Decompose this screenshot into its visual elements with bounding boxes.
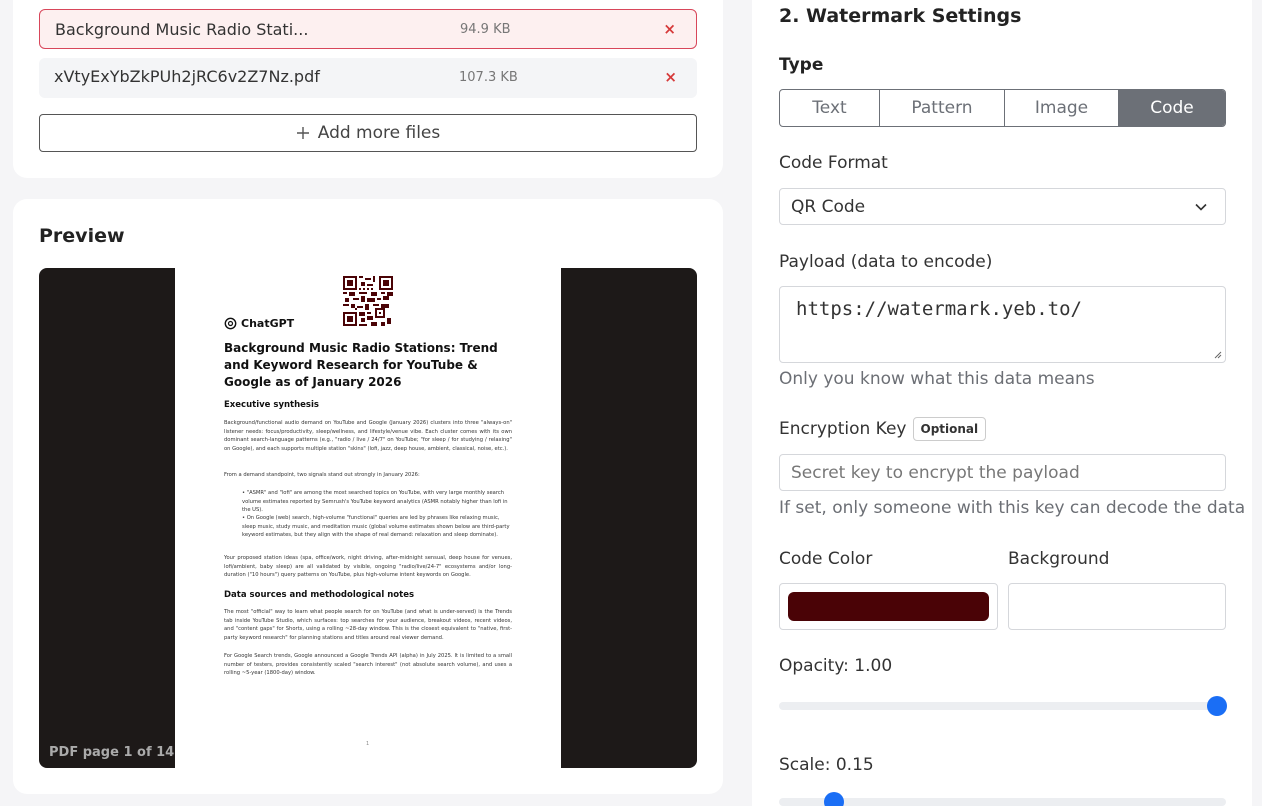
doc-title: Background Music Radio Stations: Trend a… — [224, 341, 498, 389]
doc-paragraph: Background/functional audio demand on Yo… — [224, 420, 512, 452]
opacity-slider[interactable] — [779, 696, 1227, 716]
doc-paragraph: Your proposed station ideas (spa, office… — [224, 555, 512, 578]
file-name: xVtyExYbZkPUh2jRC6v2Z7Nz.pdf — [54, 67, 320, 86]
code-format-value: QR Code — [791, 197, 866, 217]
type-text-button[interactable]: Text — [780, 90, 880, 126]
opacity-slider-thumb[interactable] — [1207, 696, 1227, 716]
file-size: 94.9 KB — [460, 22, 511, 37]
encryption-label-row: Encryption Key Optional — [779, 417, 987, 441]
code-color-swatch — [788, 592, 989, 621]
qr-code-watermark — [343, 276, 393, 326]
doc-heading: Data sources and methodological notes — [224, 590, 415, 600]
settings-title: 2. Watermark Settings — [779, 5, 1022, 27]
code-color-label: Code Color — [779, 549, 873, 569]
scale-slider-thumb[interactable] — [823, 792, 844, 806]
encryption-key-input[interactable]: Secret key to encrypt the payload — [779, 454, 1226, 491]
code-color-picker[interactable] — [779, 583, 998, 630]
scale-label: Scale: 0.15 — [779, 755, 874, 775]
remove-file-icon[interactable]: × — [663, 20, 676, 38]
file-size: 107.3 KB — [459, 70, 518, 85]
add-more-files-button[interactable]: Add more files — [39, 114, 697, 152]
doc-list-item: • On Google (web) search, high-volume "f… — [242, 515, 510, 538]
doc-paragraph: From a demand standpoint, two signals st… — [224, 472, 420, 478]
background-label: Background — [1008, 549, 1110, 569]
resize-grip-icon[interactable] — [1214, 351, 1222, 359]
doc-list-item: • "ASMR" and "lofi" are among the most s… — [242, 490, 508, 513]
opacity-label: Opacity: 1.00 — [779, 656, 893, 676]
logo-text: ChatGPT — [241, 317, 295, 330]
encryption-hint: If set, only someone with this key can d… — [779, 498, 1246, 518]
payload-label: Payload (data to encode) — [779, 252, 993, 272]
openai-logo-icon — [224, 317, 237, 330]
file-name: Background Music Radio Stati... — [55, 20, 309, 39]
watermark-type-selector: Text Pattern Image Code — [779, 89, 1226, 127]
scale-slider[interactable] — [779, 792, 1226, 806]
doc-paragraph: For Google Search trends, Google announc… — [224, 653, 512, 676]
file-list-card: Background Music Radio Stati... 94.9 KB … — [13, 0, 723, 178]
type-code-button[interactable]: Code — [1119, 90, 1225, 126]
doc-paragraph: The most "official" way to learn what pe… — [224, 609, 512, 641]
payload-hint: Only you know what this data means — [779, 369, 1095, 389]
encryption-key-placeholder: Secret key to encrypt the payload — [791, 463, 1080, 483]
file-item-selected[interactable]: Background Music Radio Stati... 94.9 KB … — [39, 9, 697, 49]
background-color-picker[interactable] — [1008, 583, 1226, 630]
payload-textarea[interactable]: https://watermark.yeb.to/ — [779, 286, 1226, 363]
remove-file-icon[interactable]: × — [664, 68, 677, 86]
chevron-down-icon — [1195, 203, 1207, 211]
type-label: Type — [779, 55, 824, 75]
doc-page-number: 1 — [366, 741, 370, 747]
doc-heading: Executive synthesis — [224, 400, 319, 410]
pdf-page: ChatGPT Background Music Radio Stations:… — [175, 268, 561, 768]
type-pattern-button[interactable]: Pattern — [880, 90, 1005, 126]
preview-card: Preview ChatGPT Background Music Radio S… — [13, 199, 723, 794]
encryption-label: Encryption Key — [779, 419, 907, 439]
pdf-preview[interactable]: ChatGPT Background Music Radio Stations:… — [39, 268, 697, 768]
plus-icon — [296, 127, 309, 139]
background-color-swatch — [1017, 592, 1217, 621]
optional-badge: Optional — [912, 417, 987, 441]
watermark-settings-panel: 2. Watermark Settings Type Text Pattern … — [752, 0, 1252, 806]
payload-value: https://watermark.yeb.to/ — [796, 298, 1082, 320]
type-image-button[interactable]: Image — [1005, 90, 1119, 126]
code-format-select[interactable]: QR Code — [779, 188, 1226, 225]
code-format-label: Code Format — [779, 153, 888, 173]
preview-title: Preview — [39, 225, 125, 247]
add-more-files-label: Add more files — [317, 123, 441, 143]
chatgpt-logo: ChatGPT — [224, 317, 294, 330]
file-item[interactable]: xVtyExYbZkPUh2jRC6v2Z7Nz.pdf 107.3 KB × — [39, 58, 697, 98]
page-indicator: PDF page 1 of 14 — [49, 745, 175, 760]
